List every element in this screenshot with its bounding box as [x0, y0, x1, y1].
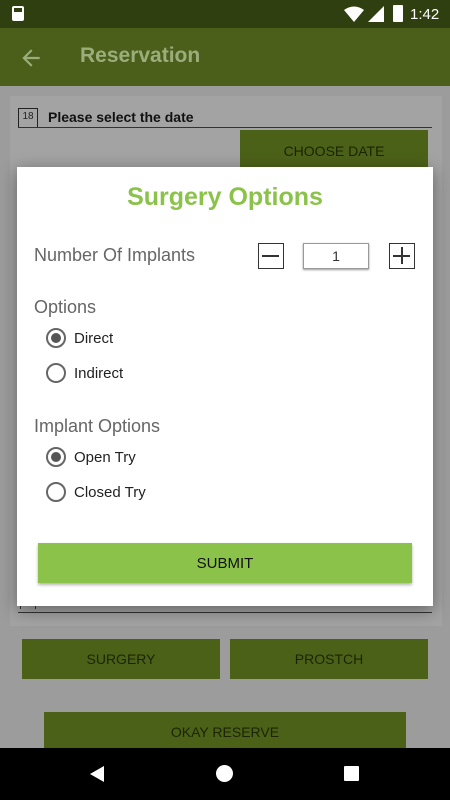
radio-open-try[interactable]	[46, 447, 66, 467]
options-label: Options	[34, 297, 97, 317]
radio-indirect[interactable]	[46, 363, 66, 383]
radio-open-try-label[interactable]: Open Try	[74, 449, 136, 466]
divider	[18, 127, 432, 128]
submit-button[interactable]: SUBMIT	[38, 543, 412, 583]
okay-reserve-button[interactable]: OKAY RESERVE	[44, 712, 406, 752]
radio-closed-try[interactable]	[46, 482, 66, 502]
wifi-icon	[344, 6, 364, 22]
nav-recents-icon[interactable]	[344, 766, 359, 781]
radio-direct-label[interactable]: Direct	[74, 330, 113, 347]
nav-home-icon[interactable]	[216, 765, 233, 782]
prostch-button[interactable]: PROSTCH	[230, 639, 428, 679]
battery-icon	[393, 5, 403, 22]
signal-icon	[368, 6, 384, 22]
implants-label: Number Of Implants	[34, 245, 196, 265]
surgery-options-dialog: Surgery Options Number Of Implants 1 Opt…	[17, 167, 433, 606]
radio-indirect-label[interactable]: Indirect	[74, 365, 123, 382]
status-bar: 1:42	[0, 0, 450, 28]
radio-direct[interactable]	[46, 328, 66, 348]
divider	[18, 612, 432, 613]
decrement-button[interactable]	[258, 243, 284, 269]
increment-button[interactable]	[389, 243, 415, 269]
app-bar: Reservation	[0, 28, 450, 86]
implants-quantity-field[interactable]: 1	[303, 243, 369, 269]
nav-back-icon[interactable]	[90, 766, 104, 782]
choose-date-button[interactable]: CHOOSE DATE	[240, 130, 428, 172]
date-label: Please select the date	[48, 109, 194, 125]
implant-options-label: Implant Options	[34, 416, 161, 436]
surgery-button[interactable]: SURGERY	[22, 639, 220, 679]
page-title: Reservation	[80, 44, 201, 67]
status-time: 1:42	[410, 6, 440, 23]
radio-closed-try-label[interactable]: Closed Try	[74, 484, 146, 501]
back-arrow-icon[interactable]	[18, 45, 44, 71]
sd-card-icon	[12, 6, 24, 21]
calendar-icon: 18	[18, 108, 38, 128]
system-nav-bar	[0, 748, 450, 800]
dialog-title: Surgery Options	[127, 183, 323, 211]
